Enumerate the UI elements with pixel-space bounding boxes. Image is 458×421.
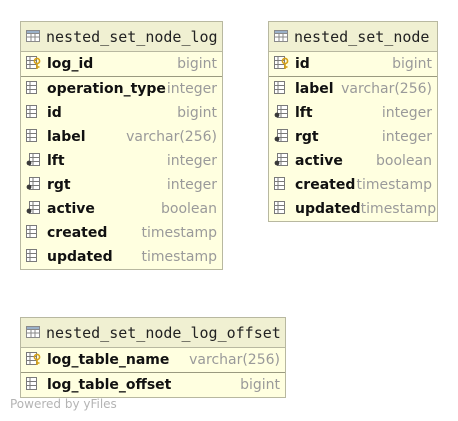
column-name: created — [295, 177, 356, 193]
column-name: active — [47, 201, 95, 217]
column-type: timestamp — [356, 177, 432, 193]
column-row[interactable]: active boolean — [269, 149, 437, 173]
column-row[interactable]: updated timestamp — [21, 245, 222, 269]
column-type: integer — [381, 129, 432, 145]
nullable-column-icon — [274, 128, 290, 147]
column-name: lft — [47, 153, 65, 169]
column-icon — [26, 80, 42, 99]
watermark: Powered by yFiles — [10, 397, 117, 411]
column-name: updated — [47, 249, 113, 265]
column-icon — [26, 128, 42, 147]
table-nested-set-node-log[interactable]: nested_set_node_log log_id bigint operatio… — [20, 21, 223, 270]
primary-key-row[interactable]: log_table_name varchar(256) — [21, 348, 285, 373]
table-header: nested_set_node_log — [21, 22, 222, 52]
column-type: timestamp — [360, 201, 437, 217]
nullable-column-icon — [274, 104, 290, 123]
column-row[interactable]: active boolean — [21, 197, 222, 221]
table-title: nested_set_node_log_offset — [46, 323, 281, 342]
column-row[interactable]: lft integer — [269, 101, 437, 125]
column-row[interactable]: created timestamp — [269, 173, 437, 197]
column-icon — [26, 376, 42, 395]
column-name: id — [47, 105, 62, 121]
column-name: id — [295, 56, 310, 72]
column-name: label — [47, 129, 86, 145]
column-list: log_table_name varchar(256) log_table_offs… — [21, 348, 285, 397]
column-name: lft — [295, 105, 313, 121]
column-name: rgt — [47, 177, 71, 193]
column-icon — [26, 224, 42, 243]
column-name: log_table_name — [47, 352, 170, 368]
column-row[interactable]: lft integer — [21, 149, 222, 173]
column-type: boolean — [376, 153, 432, 169]
column-icon — [274, 176, 290, 195]
column-icon — [26, 104, 42, 123]
column-type: bigint — [240, 377, 280, 393]
nullable-column-icon — [274, 152, 290, 171]
primary-key-icon — [26, 351, 42, 370]
column-type: integer — [166, 153, 217, 169]
column-name: rgt — [295, 129, 319, 145]
column-type: varchar(256) — [189, 352, 280, 368]
column-list: id bigint label varchar(256) lft integer rgt in… — [269, 52, 437, 221]
column-type: timestamp — [141, 249, 217, 265]
primary-key-row[interactable]: log_id bigint — [21, 52, 222, 77]
column-icon — [26, 248, 42, 267]
table-header: nested_set_node — [269, 22, 437, 52]
primary-key-icon — [274, 55, 290, 74]
column-name: log_id — [47, 56, 94, 72]
column-type: bigint — [177, 56, 217, 72]
table-nested-set-node-log-offset[interactable]: nested_set_node_log_offset log_table_nam… — [20, 317, 286, 398]
column-type: bigint — [392, 56, 432, 72]
table-header: nested_set_node_log_offset — [21, 318, 285, 348]
nullable-column-icon — [26, 176, 42, 195]
column-row[interactable]: operation_type integer — [21, 77, 222, 101]
column-row[interactable]: updated timestamp — [269, 197, 437, 221]
column-name: label — [295, 81, 334, 97]
column-name: log_table_offset — [47, 377, 172, 393]
column-row[interactable]: label varchar(256) — [21, 125, 222, 149]
column-name: updated — [295, 201, 361, 217]
column-type: integer — [381, 105, 432, 121]
column-icon — [274, 80, 290, 99]
column-type: varchar(256) — [126, 129, 217, 145]
column-row[interactable]: created timestamp — [21, 221, 222, 245]
column-type: varchar(256) — [341, 81, 432, 97]
table-title: nested_set_node_log — [46, 27, 218, 46]
column-name: active — [295, 153, 343, 169]
column-name: created — [47, 225, 108, 241]
column-type: timestamp — [141, 225, 217, 241]
nullable-column-icon — [26, 200, 42, 219]
column-row[interactable]: log_table_offset bigint — [21, 373, 285, 397]
table-icon — [26, 27, 40, 46]
table-nested-set-node[interactable]: nested_set_node id bigint label varchar(256… — [268, 21, 438, 222]
column-row[interactable]: label varchar(256) — [269, 77, 437, 101]
column-name: operation_type — [47, 81, 166, 97]
column-type: integer — [166, 177, 217, 193]
column-type: boolean — [161, 201, 217, 217]
nullable-column-icon — [26, 152, 42, 171]
primary-key-icon — [26, 55, 42, 74]
table-icon — [26, 323, 40, 342]
column-row[interactable]: rgt integer — [21, 173, 222, 197]
primary-key-row[interactable]: id bigint — [269, 52, 437, 77]
column-list: log_id bigint operation_type integer id bigin… — [21, 52, 222, 269]
table-icon — [274, 27, 288, 46]
column-type: bigint — [177, 105, 217, 121]
column-row[interactable]: id bigint — [21, 101, 222, 125]
column-row[interactable]: rgt integer — [269, 125, 437, 149]
column-type: integer — [166, 81, 217, 97]
table-title: nested_set_node — [294, 27, 430, 46]
column-icon — [274, 200, 290, 219]
